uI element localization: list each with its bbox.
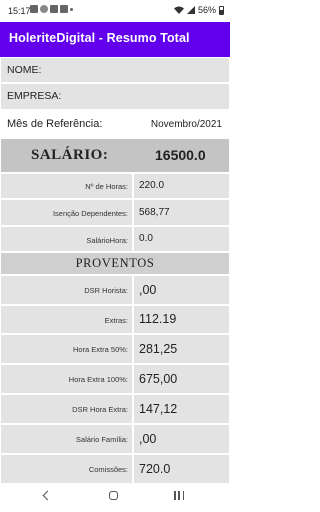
dot-icon xyxy=(70,8,73,11)
info-value-cell: 568,77 xyxy=(134,200,229,225)
provento-value-cell: 281,25 xyxy=(134,335,229,363)
home-icon[interactable] xyxy=(109,491,118,500)
mes-referencia-field: Mês de Referência: Novembro/2021 xyxy=(1,111,229,137)
provento-label-cell: Extras: xyxy=(1,306,132,333)
signal-icon xyxy=(186,6,195,14)
info-label-cell: Isenção Dependentes: xyxy=(1,200,132,225)
status-time: 15:17 xyxy=(8,6,31,16)
provento-row: Salário Família: ,00 xyxy=(0,424,230,454)
info-value-cell: 0.0 xyxy=(134,227,229,251)
info-row: SalárioHora: 0.0 xyxy=(0,226,230,252)
info-label: Isenção Dependentes: xyxy=(52,209,128,218)
provento-label: DSR Horista: xyxy=(84,286,128,295)
provento-label-cell: Salário Família: xyxy=(1,425,132,453)
app-bar: HoleriteDigital - Resumo Total xyxy=(0,22,230,57)
info-value: 0.0 xyxy=(139,233,153,244)
battery-percent: 56% xyxy=(197,5,216,15)
empresa-row: EMPRESA: xyxy=(0,83,230,110)
provento-label: Salário Família: xyxy=(75,435,128,444)
provento-row: Hora Extra 100%: 675,00 xyxy=(0,364,230,394)
image-icon xyxy=(50,5,58,13)
empresa-field[interactable]: EMPRESA: xyxy=(1,84,229,109)
empresa-label: EMPRESA: xyxy=(7,90,62,102)
info-label-cell: SalárioHora: xyxy=(1,227,132,251)
nome-row: NOME: xyxy=(0,57,230,83)
recents-icon[interactable] xyxy=(174,491,184,500)
nome-field[interactable]: NOME: xyxy=(1,58,229,82)
proventos-title: PROVENTOS xyxy=(75,256,155,270)
messages-icon xyxy=(30,5,38,13)
provento-label-cell: Hora Extra 50%: xyxy=(1,335,132,363)
mes-referencia-row: Mês de Referência: Novembro/2021 xyxy=(0,110,230,138)
proventos-header-row: PROVENTOS xyxy=(0,252,230,275)
provento-value-cell: ,00 xyxy=(134,276,229,304)
salario-value: 16500.0 xyxy=(155,147,206,163)
status-right: 56% xyxy=(173,5,224,15)
provento-label: DSR Hora Extra: xyxy=(72,405,128,414)
provento-label: Hora Extra 50%: xyxy=(72,345,128,354)
provento-row: Extras: 112.19 xyxy=(0,305,230,334)
info-value-cell: 220.0 xyxy=(134,174,229,198)
provento-value: ,00 xyxy=(139,432,157,446)
provento-value-cell: 675,00 xyxy=(134,365,229,393)
provento-value-cell: ,00 xyxy=(134,425,229,453)
provento-value: 675,00 xyxy=(139,372,178,386)
provento-value-cell: 112.19 xyxy=(134,306,229,333)
provento-row: Comissões: 720.0 xyxy=(0,454,230,484)
mes-referencia-label: Mês de Referência: xyxy=(7,118,103,130)
back-icon[interactable] xyxy=(42,490,53,501)
info-row: Nº de Horas: 220.0 xyxy=(0,173,230,199)
provento-row: DSR Hora Extra: 147,12 xyxy=(0,394,230,424)
provento-label-cell: DSR Horista: xyxy=(1,276,132,304)
provento-value-cell: 720.0 xyxy=(134,455,229,483)
provento-value: 281,25 xyxy=(139,342,178,356)
info-value: 568,77 xyxy=(139,207,170,218)
provento-label: Hora Extra 100%: xyxy=(68,375,128,384)
provento-value: 147,12 xyxy=(139,402,178,416)
app-title: HoleriteDigital - Resumo Total xyxy=(9,31,190,45)
system-nav-bar xyxy=(0,484,230,512)
provento-row: Hora Extra 50%: 281,25 xyxy=(0,334,230,364)
nome-label: NOME: xyxy=(7,64,42,76)
provento-label: Comissões: xyxy=(88,465,128,474)
provento-value: ,00 xyxy=(139,283,157,297)
info-label: Nº de Horas: xyxy=(85,182,128,191)
provento-value: 720.0 xyxy=(139,462,171,476)
provento-label-cell: DSR Hora Extra: xyxy=(1,395,132,423)
battery-icon xyxy=(219,5,224,15)
provento-label-cell: Comissões: xyxy=(1,455,132,483)
salario-cell: SALÁRIO: 16500.0 xyxy=(1,139,229,172)
info-value: 220.0 xyxy=(139,180,165,191)
salario-label: SALÁRIO: xyxy=(31,147,109,163)
gallery-icon xyxy=(60,5,68,13)
provento-label: Extras: xyxy=(104,316,128,325)
provento-row: DSR Horista: ,00 xyxy=(0,275,230,305)
salario-row: SALÁRIO: 16500.0 xyxy=(0,138,230,173)
wifi-icon xyxy=(173,6,184,14)
provento-value: 112.19 xyxy=(139,312,177,326)
status-bar: 15:17 56% xyxy=(0,0,230,22)
status-notification-icons xyxy=(30,5,73,13)
mes-referencia-value: Novembro/2021 xyxy=(150,119,222,130)
proventos-header: PROVENTOS xyxy=(1,253,229,274)
info-row: Isenção Dependentes: 568,77 xyxy=(0,199,230,226)
info-label-cell: Nº de Horas: xyxy=(1,174,132,198)
notification-icon xyxy=(40,5,48,13)
info-label: SalárioHora: xyxy=(86,236,128,245)
provento-label-cell: Hora Extra 100%: xyxy=(1,365,132,393)
provento-value-cell: 147,12 xyxy=(134,395,229,423)
